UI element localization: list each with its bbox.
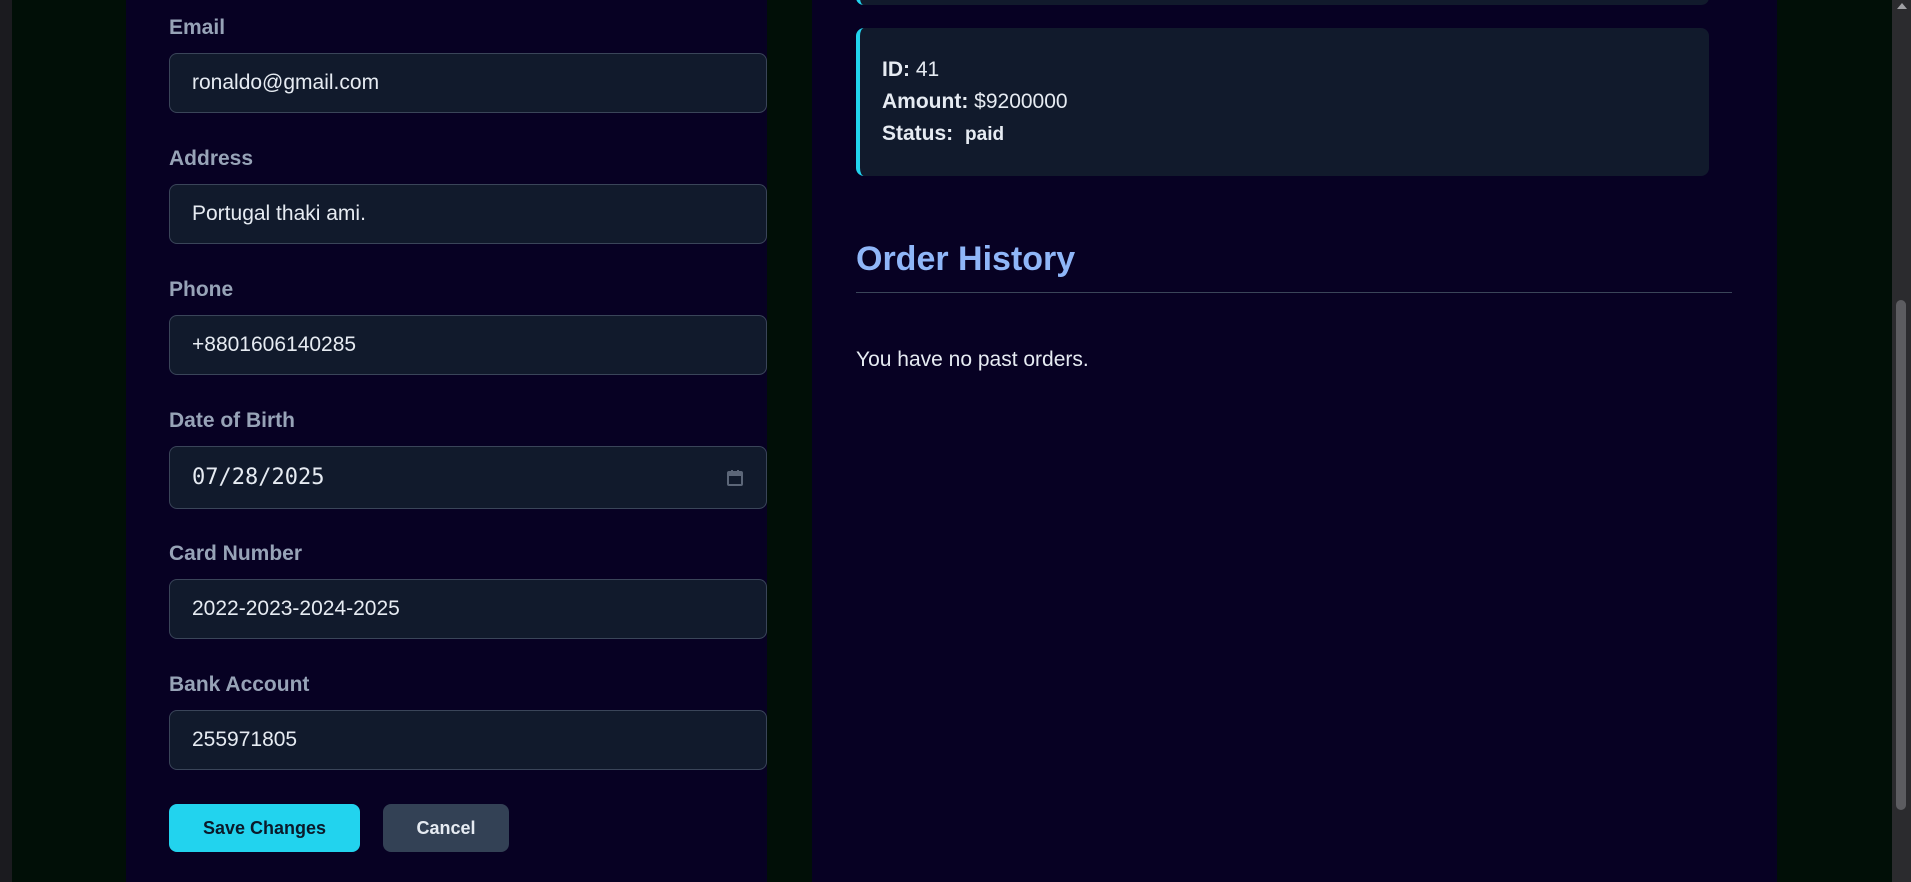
cancel-button[interactable]: Cancel	[383, 804, 509, 852]
phone-label: Phone	[169, 278, 234, 301]
previous-order-card	[856, 0, 1709, 5]
card-number-field[interactable]	[169, 579, 767, 639]
current-order-card: ID: 41 Amount: $9200000 Status: paid	[856, 28, 1709, 176]
scroll-up-arrow-icon[interactable]	[1897, 3, 1907, 9]
date-of-birth-value: 07/28/2025	[192, 465, 325, 490]
scrollbar-thumb[interactable]	[1896, 300, 1906, 810]
order-status-row: Status: paid	[882, 118, 1709, 150]
date-of-birth-label: Date of Birth	[169, 409, 295, 432]
status-badge: paid	[965, 124, 1005, 145]
orders-panel: ID: 41 Amount: $9200000 Status: paid Ord…	[812, 0, 1777, 882]
vertical-scrollbar[interactable]	[1892, 0, 1911, 882]
email-field[interactable]	[169, 53, 767, 113]
calendar-icon[interactable]	[726, 469, 744, 487]
order-amount-value: $9200000	[974, 90, 1068, 113]
bank-account-field[interactable]	[169, 710, 767, 770]
window-edge	[0, 0, 12, 882]
order-id-label: ID:	[882, 58, 910, 81]
email-label: Email	[169, 16, 226, 39]
bank-account-label: Bank Account	[169, 673, 310, 696]
card-number-label: Card Number	[169, 542, 303, 565]
phone-field[interactable]	[169, 315, 767, 375]
order-id-value: 41	[915, 58, 940, 81]
address-label: Address	[169, 147, 254, 170]
page: Email Address Phone Date of Birth 07/28/…	[0, 0, 1911, 882]
no-orders-message: You have no past orders.	[856, 348, 1089, 371]
order-amount-row: Amount: $9200000	[882, 86, 1709, 118]
order-history-title: Order History	[856, 240, 1076, 278]
profile-edit-panel: Email Address Phone Date of Birth 07/28/…	[126, 0, 767, 882]
order-status-label: Status:	[882, 122, 954, 145]
order-id-row: ID: 41	[882, 54, 1709, 86]
order-amount-label: Amount:	[882, 90, 969, 113]
date-of-birth-field[interactable]: 07/28/2025	[169, 446, 767, 509]
section-divider	[856, 292, 1732, 293]
save-changes-button[interactable]: Save Changes	[169, 804, 360, 852]
address-field[interactable]	[169, 184, 767, 244]
